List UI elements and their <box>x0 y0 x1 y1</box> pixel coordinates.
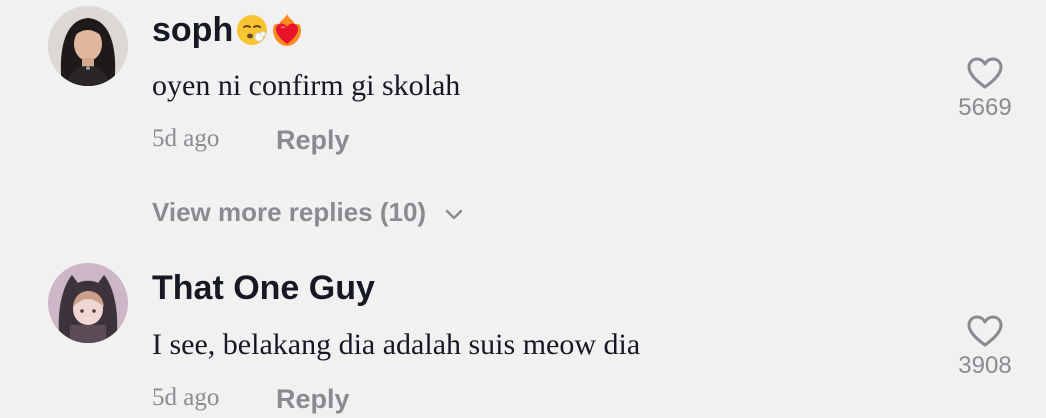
username-badges <box>235 12 305 48</box>
comment-text: I see, belakang dia adalah suis meow dia <box>152 328 641 361</box>
username-text: soph <box>152 11 234 49</box>
view-more-replies-button[interactable]: View more replies (10) <box>152 196 464 228</box>
username-text: That One Guy <box>152 269 375 307</box>
like-button[interactable]: 3908 <box>950 314 1020 380</box>
avatar[interactable] <box>48 6 128 86</box>
like-button[interactable]: 5669 <box>950 56 1020 122</box>
heart-outline-icon <box>967 315 1003 347</box>
avatar-image <box>48 6 128 86</box>
comment-text: oyen ni confirm gi skolah <box>152 69 461 102</box>
chevron-down-icon <box>444 196 464 228</box>
comment-timestamp: 5d ago <box>152 125 220 152</box>
like-count: 5669 <box>958 94 1012 121</box>
reply-button[interactable]: Reply <box>276 124 350 156</box>
heart-outline-icon <box>967 57 1003 89</box>
view-more-replies-label: View more replies (10) <box>152 197 427 227</box>
avatar[interactable] <box>48 263 128 343</box>
like-count: 3908 <box>958 352 1012 379</box>
avatar-image <box>48 263 128 343</box>
username[interactable]: soph <box>152 10 305 50</box>
username[interactable]: That One Guy <box>152 268 375 308</box>
reply-button[interactable]: Reply <box>276 383 350 415</box>
heart-on-fire-emoji-icon <box>273 14 302 46</box>
tired-face-emoji-icon <box>237 15 268 45</box>
comment-timestamp: 5d ago <box>152 384 220 411</box>
